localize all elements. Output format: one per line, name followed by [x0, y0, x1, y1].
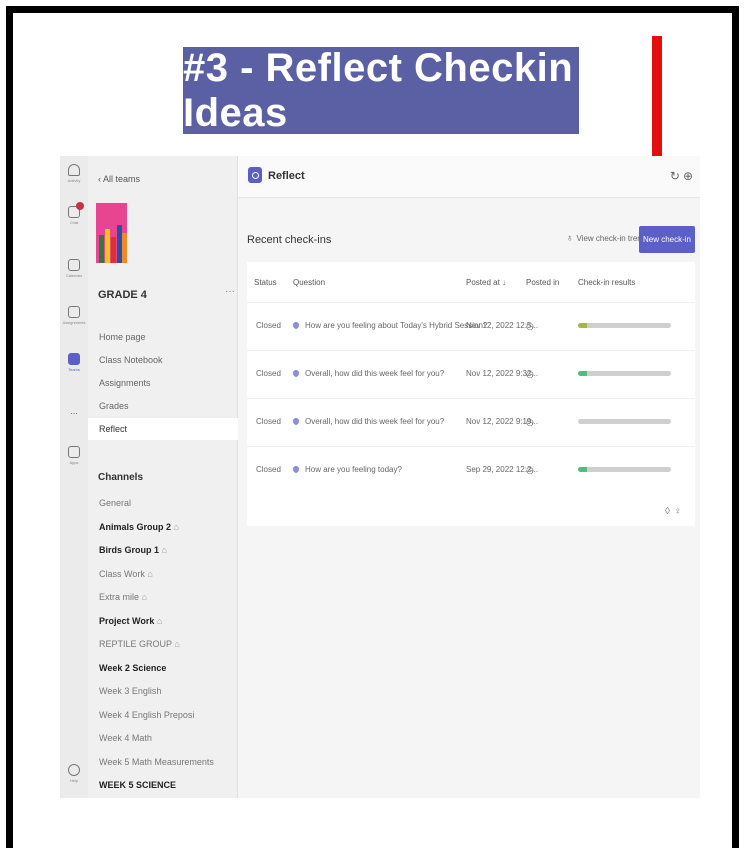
results-bar: [578, 467, 671, 472]
channel-item[interactable]: Week 5 Math Measurements: [99, 757, 214, 767]
bell-icon: [68, 164, 80, 176]
nav-grades[interactable]: Grades: [88, 395, 238, 417]
column-header-posted-in[interactable]: Posted in: [526, 278, 559, 287]
lightbulb-icon: ♁: [566, 233, 574, 244]
channel-item[interactable]: Project Work ⌂: [99, 616, 162, 626]
lock-icon: ⌂: [171, 639, 180, 649]
nav-assignments[interactable]: Assignments: [88, 372, 238, 394]
channel-item[interactable]: Week 4 English Preposi: [99, 710, 194, 720]
rail-more[interactable]: ...: [60, 404, 88, 416]
clock-icon: ◷: [526, 417, 534, 427]
rail-calendar[interactable]: Calendar: [60, 259, 88, 278]
team-name: GRADE 4: [98, 289, 147, 301]
channel-item[interactable]: Birds Group 1 ⌂: [99, 545, 167, 555]
table-row[interactable]: Closed Overall, how did this week feel fo…: [247, 350, 695, 398]
table-row[interactable]: Closed Overall, how did this week feel fo…: [247, 398, 695, 446]
nav-class-notebook[interactable]: Class Notebook: [88, 349, 238, 371]
channel-item[interactable]: WEEK 5 SCIENCE: [99, 780, 176, 790]
team-avatar: [96, 203, 127, 263]
lock-icon: ⌂: [159, 545, 167, 555]
rail-chat[interactable]: Chat: [60, 202, 88, 225]
heart-icon: [293, 322, 299, 330]
results-bar-fill: [578, 323, 588, 328]
help-icon: [68, 764, 80, 776]
column-header-status[interactable]: Status: [254, 278, 277, 287]
team-more-button[interactable]: ···: [225, 286, 235, 297]
heart-icon: [293, 370, 299, 378]
assignments-icon: [68, 306, 80, 318]
app-title: Reflect: [268, 170, 305, 182]
status-cell: Closed: [256, 465, 281, 474]
channel-item[interactable]: Class Work ⌂: [99, 569, 153, 579]
table-row[interactable]: Closed How are you feeling about Today's …: [247, 302, 695, 350]
clock-icon: ◷: [526, 465, 534, 475]
feedback-actions: ◊♀: [665, 506, 685, 517]
lock-icon: ⌂: [171, 521, 179, 532]
column-header-posted-at[interactable]: Posted at ↓: [466, 278, 506, 287]
table-row[interactable]: Closed How are you feeling today? Sep 29, …: [247, 446, 695, 494]
nav-reflect[interactable]: Reflect: [88, 418, 238, 440]
header-actions: ↻⊕: [670, 169, 696, 183]
view-trends-link[interactable]: ♁ View check-in trends: [566, 233, 650, 244]
teams-icon: [68, 353, 80, 365]
question-cell[interactable]: How are you feeling about Today's Hybrid…: [293, 321, 487, 330]
channels-heading: Channels: [98, 472, 144, 483]
results-bar-fill: [578, 467, 588, 472]
reflect-main-panel: Reflect ↻⊕ Recent check-ins ♁ View check…: [238, 156, 700, 798]
channel-item[interactable]: Week 3 English: [99, 686, 161, 696]
heart-icon: [293, 466, 299, 474]
channel-item[interactable]: Animals Group 2 ⌂: [99, 522, 179, 532]
apps-icon: [68, 446, 80, 458]
results-bar-fill: [578, 371, 588, 376]
lock-icon: ⌂: [139, 592, 147, 602]
rail-activity[interactable]: Activity: [60, 164, 88, 183]
globe-icon[interactable]: ⊕: [683, 169, 696, 183]
refresh-icon[interactable]: ↻: [670, 169, 683, 183]
channel-item[interactable]: Week 2 Science: [99, 663, 166, 673]
app-header: Reflect ↻⊕: [238, 156, 700, 198]
column-header-results[interactable]: Check-in results: [578, 278, 635, 287]
recent-checkins-heading: Recent check-ins: [247, 234, 332, 246]
channel-item[interactable]: REPTILE GROUP ⌂: [99, 639, 180, 649]
results-bar: [578, 419, 671, 424]
question-cell[interactable]: How are you feeling today?: [293, 465, 402, 474]
status-cell: Closed: [256, 369, 281, 378]
checkins-table: Status Question Posted at ↓ Posted in Ch…: [247, 262, 695, 526]
lock-icon: ⌂: [154, 615, 163, 626]
reflect-app-icon: [248, 167, 262, 183]
question-cell[interactable]: Overall, how did this week feel for you?: [293, 369, 444, 378]
teams-app-window: Activity Chat Calendar Assignments Teams…: [60, 156, 700, 798]
app-rail: Activity Chat Calendar Assignments Teams…: [60, 156, 88, 798]
team-sidebar: ‹ All teams GRADE 4 ··· Home page Class …: [88, 156, 238, 798]
slide-title-banner: #3 - Reflect Checkin Ideas: [183, 46, 579, 135]
thumbs-icon[interactable]: ◊: [665, 506, 674, 517]
rail-help[interactable]: Help: [60, 764, 88, 783]
nav-home-page[interactable]: Home page: [88, 326, 238, 348]
channel-item[interactable]: General: [99, 498, 131, 508]
rail-assignments[interactable]: Assignments: [60, 306, 88, 325]
channel-item[interactable]: Extra mile ⌂: [99, 592, 147, 602]
clock-icon: ◷: [526, 321, 534, 331]
all-teams-link[interactable]: ‹ All teams: [98, 174, 140, 184]
rail-teams[interactable]: Teams: [60, 353, 88, 372]
status-cell: Closed: [256, 417, 281, 426]
status-cell: Closed: [256, 321, 281, 330]
heart-icon: [293, 418, 299, 426]
channel-item[interactable]: Week 4 Math: [99, 733, 152, 743]
clock-icon: ◷: [526, 369, 534, 379]
bulb-icon[interactable]: ♀: [674, 506, 686, 517]
question-cell[interactable]: Overall, how did this week feel for you?: [293, 417, 444, 426]
column-header-question[interactable]: Question: [293, 278, 325, 287]
results-bar: [578, 323, 671, 328]
new-checkin-button[interactable]: New check-in: [639, 226, 695, 253]
notification-badge: [76, 202, 84, 210]
lock-icon: ⌂: [144, 568, 153, 579]
calendar-icon: [68, 259, 80, 271]
results-bar: [578, 371, 671, 376]
rail-apps[interactable]: Apps: [60, 446, 88, 465]
more-icon: ...: [70, 406, 78, 416]
